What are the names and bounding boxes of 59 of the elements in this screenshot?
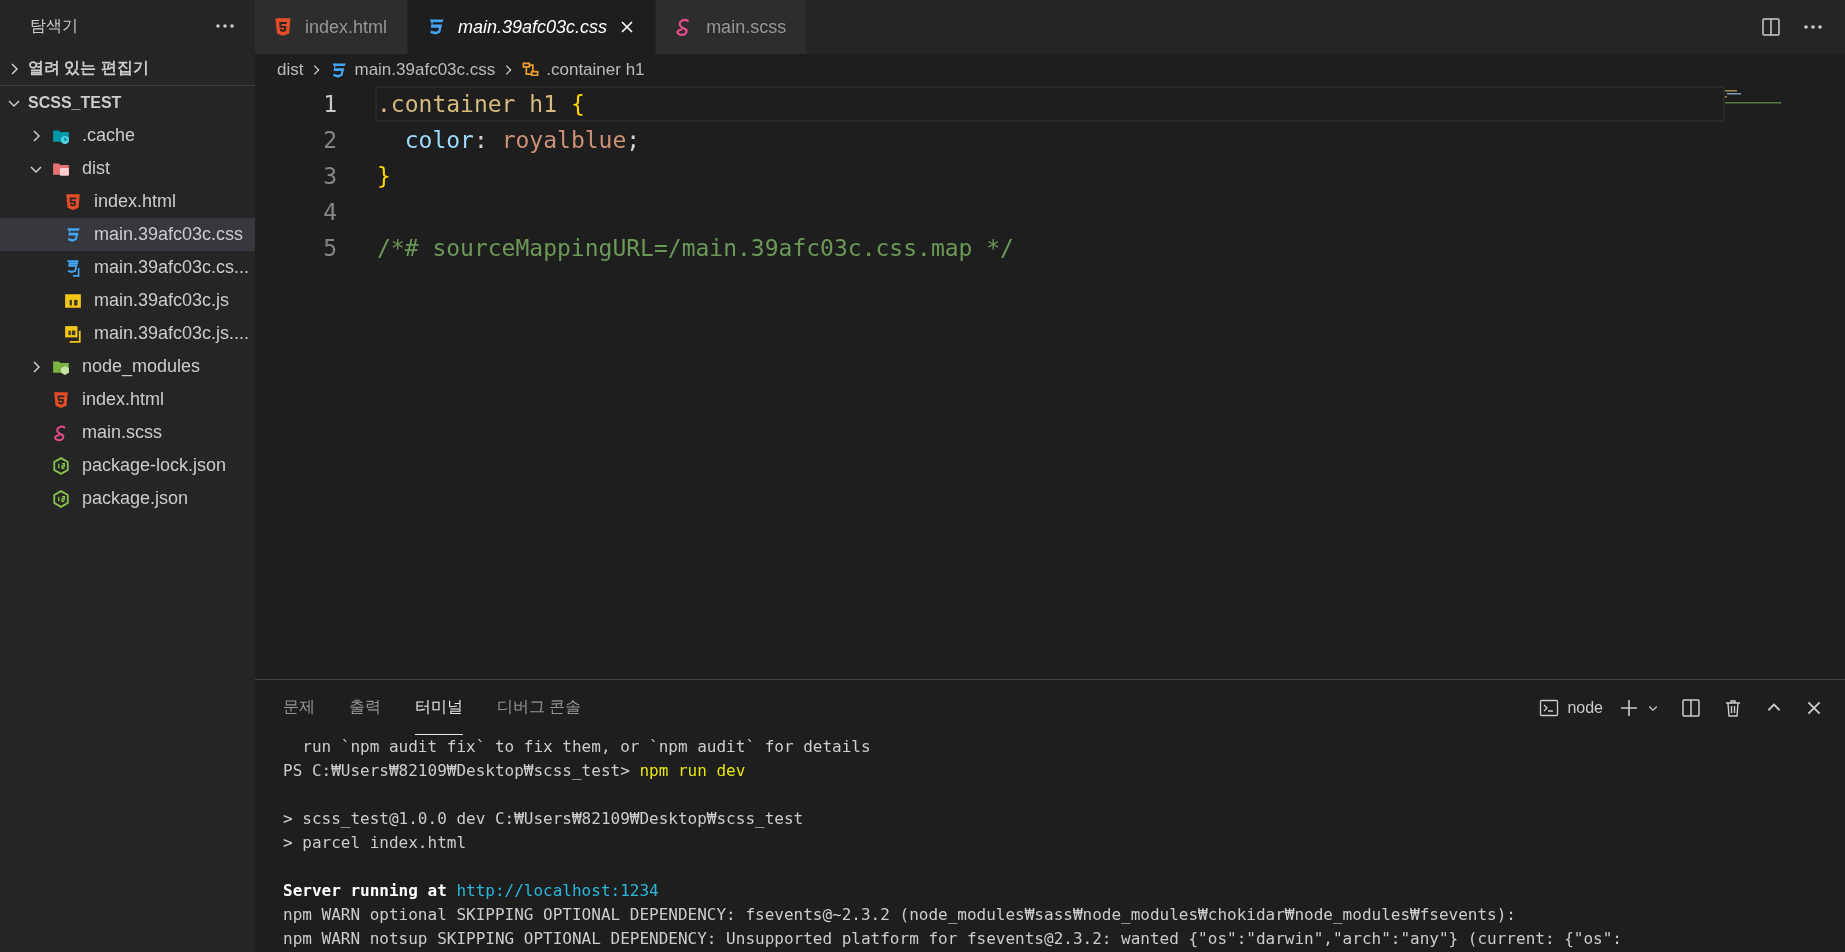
terminal-icon [1539, 697, 1560, 718]
terminal-line: npm WARN notsup SKIPPING OPTIONAL DEPENDENCY: Unsupported platform for fsevents@2.3.2: wanted {"os":"darwin","arch":"any"} (current: {"os": [283, 929, 1622, 948]
line-number: 5 [322, 234, 337, 263]
tree-item[interactable]: main.39afc03c.cs... [0, 251, 255, 284]
section-header[interactable]: 열려 있는 편집기 [0, 52, 255, 85]
tree-item[interactable]: node_modules [0, 350, 255, 383]
css-map-file-icon [64, 258, 82, 277]
breadcrumb-item[interactable]: main.39afc03c.css [354, 60, 496, 80]
split-icon[interactable] [1681, 697, 1701, 718]
js-file-icon [64, 291, 82, 310]
tree-item[interactable]: dist [0, 152, 255, 185]
tree-item[interactable]: main.39afc03c.js [0, 284, 255, 317]
breadcrumb-item[interactable]: dist [277, 60, 304, 80]
breadcrumb-item[interactable]: .container h1 [546, 60, 645, 80]
line-number: 1 [322, 90, 337, 119]
terminal-line: > parcel index.html [283, 833, 467, 852]
tree-item[interactable]: main.scss [0, 416, 255, 449]
more-icon[interactable] [215, 23, 235, 29]
line-number: 4 [322, 198, 337, 227]
line-number: 3 [322, 162, 337, 191]
terminal-line: Server running at http://localhost:1234 [283, 881, 659, 900]
tree-item[interactable]: package.json [0, 482, 255, 515]
html-file-icon [52, 390, 70, 409]
editor-tab[interactable]: main.39afc03c.css [408, 0, 657, 54]
hexagon-icon [52, 456, 70, 475]
hexagon-icon [52, 489, 70, 508]
plus-icon[interactable] [1619, 697, 1639, 718]
tree-item[interactable]: main.39afc03c.css [0, 218, 255, 251]
tree-item[interactable]: main.39afc03c.js.... [0, 317, 255, 350]
tree-item[interactable]: .cache [0, 119, 255, 152]
panel-tab[interactable]: 디버그 콘솔 [497, 680, 582, 735]
code-line: .container h1 { [377, 91, 585, 117]
panel-tab[interactable]: 터미널 [415, 680, 463, 735]
trash-icon[interactable] [1723, 697, 1743, 718]
terminal-line: npm WARN optional SKIPPING OPTIONAL DEPENDENCY: fsevents@~2.3.2 (node_modules₩sass₩node_modules₩chokidar₩node_modules₩fsevents): [283, 905, 1516, 924]
code-line: /*# sourceMappingURL=/main.39afc03c.css.map */ [377, 235, 1014, 261]
js-map-file-icon [64, 324, 82, 343]
panel-tab[interactable]: 문제 [283, 680, 315, 735]
line-number: 2 [322, 126, 337, 155]
code-line: color: royalblue; [403, 127, 641, 153]
section-header[interactable]: SCSS_TEST [0, 85, 255, 119]
terminal-line: > scss_test@1.0.0 dev C:₩Users₩82109₩Desktop₩scss_test [283, 809, 804, 828]
split-editor-icon[interactable] [1761, 17, 1781, 37]
explorer-title: 탐색기 [30, 15, 78, 36]
tree-item[interactable]: index.html [0, 383, 255, 416]
code-line: } [377, 163, 391, 189]
tree-item[interactable]: index.html [0, 185, 255, 218]
panel-tab[interactable]: 출력 [349, 680, 381, 735]
close-icon[interactable] [619, 19, 636, 35]
editor-tab[interactable]: index.html [255, 0, 409, 54]
terminal-selector[interactable]: node [1567, 698, 1603, 717]
html-file-icon [64, 192, 82, 211]
editor-tab[interactable]: main.scss [656, 0, 808, 54]
terminal-line: PS C:₩Users₩82109₩Desktop₩scss_test> npm run dev [283, 761, 746, 780]
terminal-line: run `npm audit fix` to fix them, or `npm audit` for details [301, 737, 871, 756]
html-file-icon [273, 17, 293, 37]
css-file-icon [64, 225, 82, 244]
tree-item[interactable]: package-lock.json [0, 449, 255, 482]
more-icon[interactable] [1803, 24, 1823, 30]
